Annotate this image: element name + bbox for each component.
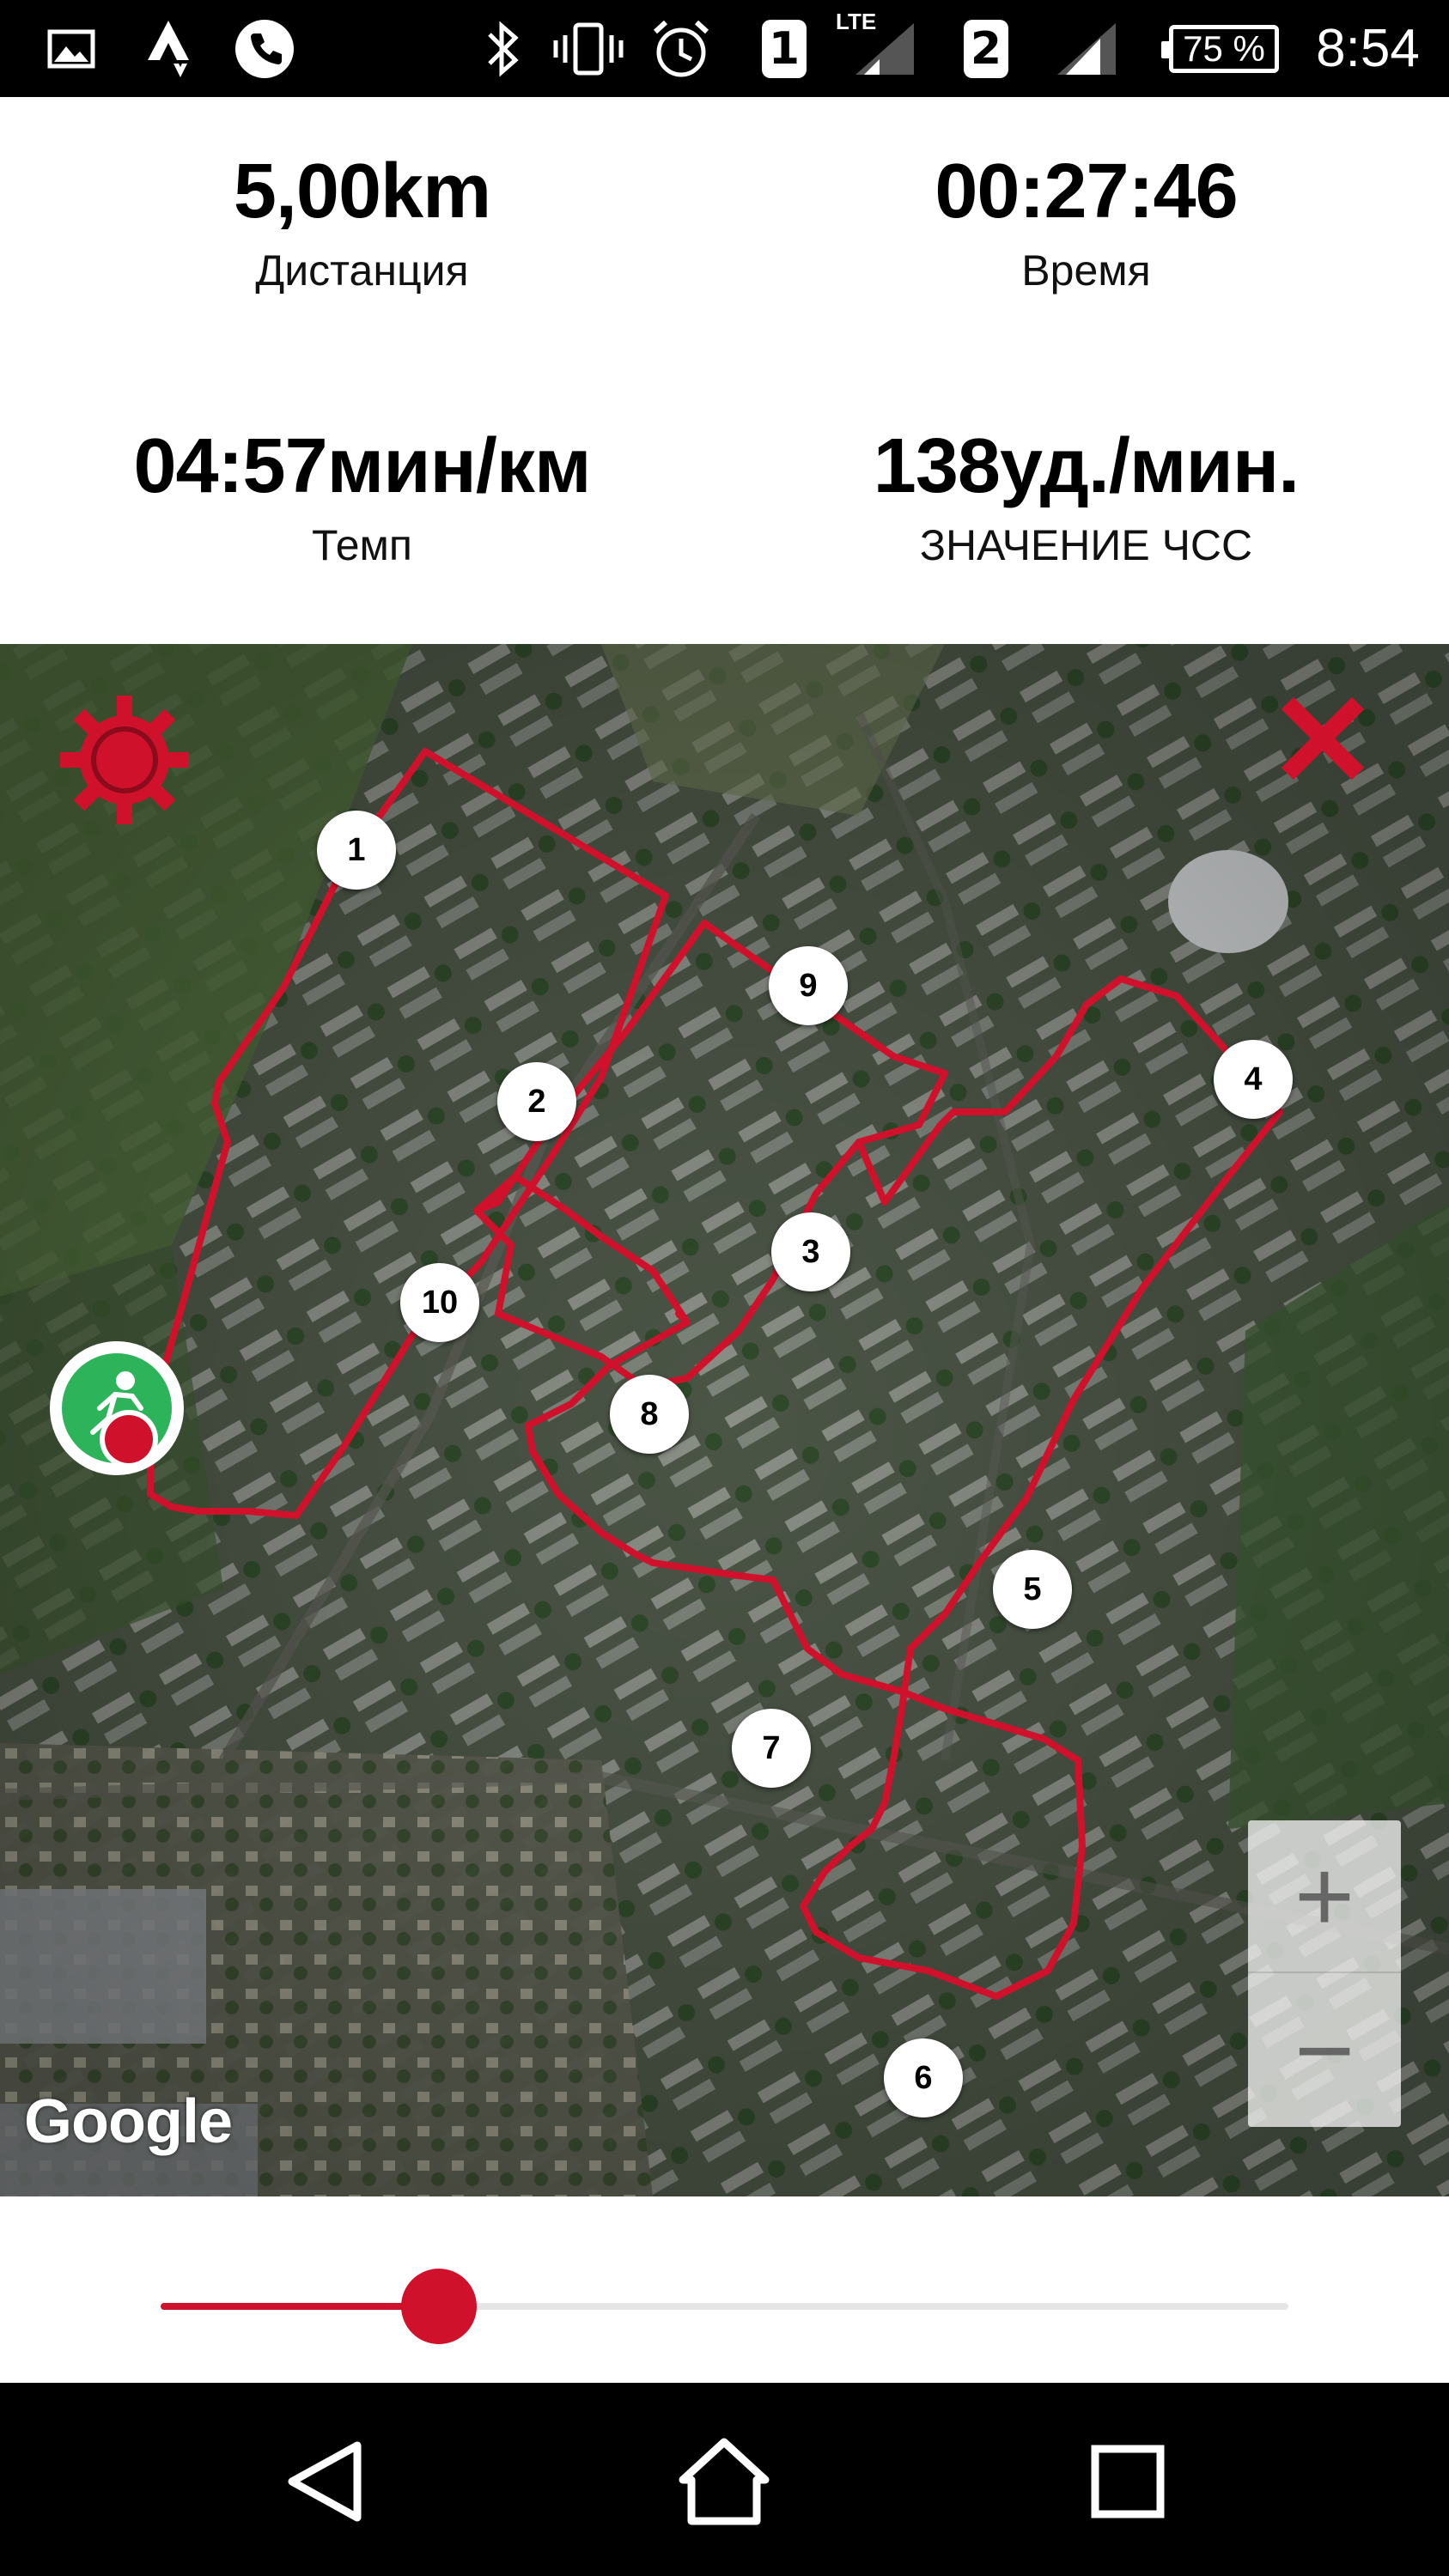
vibrate-icon	[550, 0, 627, 97]
sim2-badge: 2	[960, 0, 1012, 97]
pace-value: 04:57мин/км	[133, 423, 591, 509]
km-marker-1[interactable]: 1	[317, 811, 396, 890]
km-marker-4[interactable]: 4	[1214, 1040, 1293, 1119]
alarm-icon	[648, 0, 714, 97]
playback-slider-area	[0, 2196, 1449, 2383]
gallery-icon	[45, 0, 98, 97]
sim1-badge: 1	[758, 0, 810, 97]
distance-value: 5,00km	[233, 149, 491, 234]
home-icon[interactable]	[673, 2430, 776, 2533]
signal-icon-2	[1052, 0, 1121, 97]
recents-icon[interactable]	[1076, 2430, 1179, 2533]
sim1-label: 1	[762, 19, 807, 78]
navigation-bar	[0, 2383, 1449, 2576]
playback-slider-thumb[interactable]	[401, 2269, 478, 2344]
time-value: 00:27:46	[935, 149, 1238, 234]
route-map[interactable]: 1 2 3 4 5 6 7 8 9 10 + − Google	[0, 644, 1449, 2196]
time-stat: 00:27:46 Время	[724, 149, 1448, 296]
bluetooth-icon	[478, 0, 529, 97]
strava-icon	[142, 0, 195, 97]
zoom-control: + −	[1248, 1820, 1401, 2127]
clock: 8:54	[1316, 19, 1420, 78]
playback-slider-track[interactable]	[161, 2303, 1288, 2310]
km-marker-5[interactable]: 5	[993, 1550, 1072, 1629]
zoom-out-button[interactable]: −	[1248, 1974, 1401, 2127]
km-marker-9[interactable]: 9	[769, 946, 848, 1025]
time-label: Время	[1021, 246, 1151, 295]
km-marker-2[interactable]: 2	[497, 1062, 576, 1141]
distance-label: Дистанция	[255, 246, 469, 295]
heart-rate-stat: 138уд./мин. ЗНАЧЕНИЕ ЧСС	[724, 423, 1448, 571]
distance-stat: 5,00km Дистанция	[0, 149, 724, 296]
sim2-label: 2	[964, 19, 1008, 78]
heart-rate-value: 138уд./мин.	[873, 423, 1300, 509]
back-icon[interactable]	[271, 2430, 374, 2533]
phone-icon	[232, 0, 297, 97]
km-marker-7[interactable]: 7	[732, 1709, 811, 1788]
workout-stats: 5,00km Дистанция 00:27:46 Время 04:57мин…	[0, 97, 1449, 644]
start-marker-icon[interactable]	[48, 1340, 186, 1477]
km-marker-10[interactable]: 10	[400, 1263, 479, 1342]
pace-label: Темп	[312, 521, 412, 569]
satellite-imagery	[0, 644, 1449, 2196]
close-icon[interactable]	[1280, 696, 1366, 781]
zoom-in-button[interactable]: +	[1248, 1820, 1401, 1973]
signal-icon	[850, 0, 919, 97]
km-marker-3[interactable]: 3	[771, 1212, 850, 1291]
km-marker-6[interactable]: 6	[884, 2038, 963, 2117]
pace-stat: 04:57мин/км Темп	[0, 423, 724, 571]
settings-gear-icon[interactable]	[60, 696, 189, 824]
heart-rate-label: ЗНАЧЕНИЕ ЧСС	[919, 521, 1253, 569]
playback-slider-fill	[161, 2303, 440, 2310]
battery-level: 75 %	[1183, 27, 1265, 69]
google-attribution: Google	[24, 2087, 233, 2156]
km-marker-8[interactable]: 8	[610, 1375, 689, 1454]
battery-icon: 75 %	[1161, 0, 1282, 97]
status-bar: 1 LTE 2 75 % 8:54	[0, 0, 1449, 97]
